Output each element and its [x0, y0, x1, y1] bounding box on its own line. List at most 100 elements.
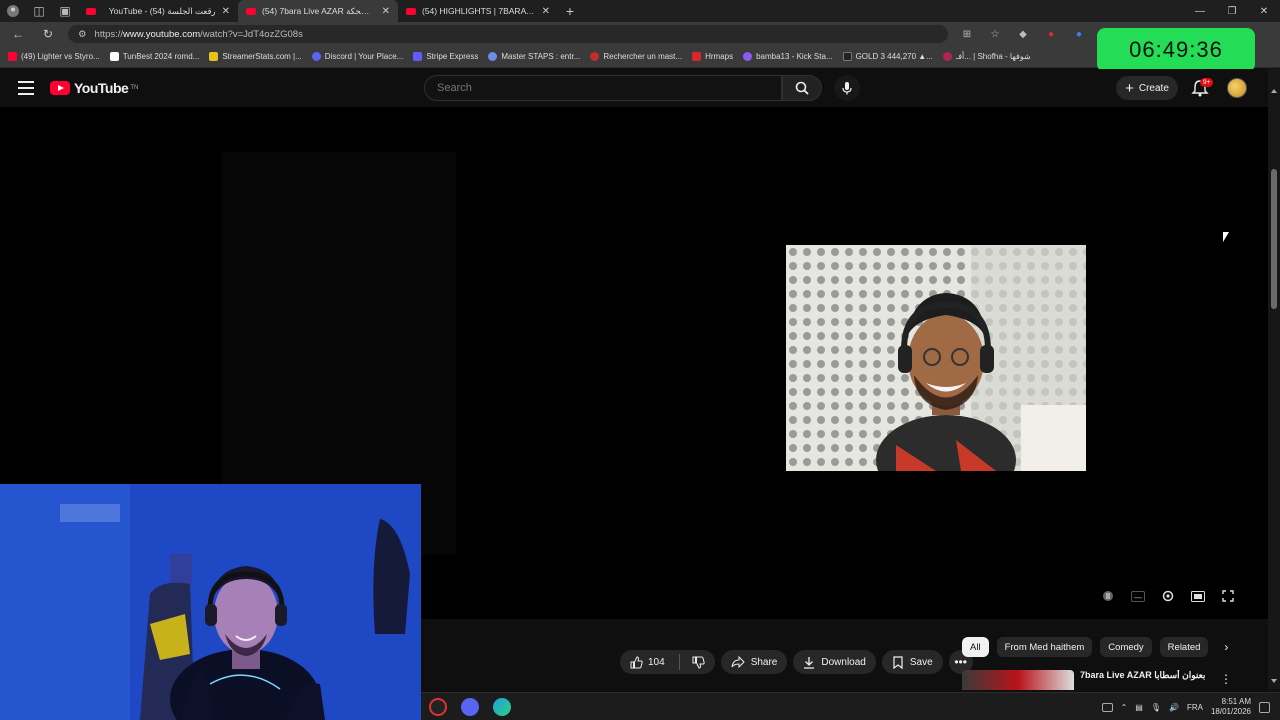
bookmark-item[interactable]: StreamerStats.com |...	[209, 52, 302, 61]
search-button[interactable]	[782, 75, 822, 101]
account-avatar[interactable]	[1227, 78, 1247, 98]
save-label: Save	[909, 656, 933, 668]
browser-tab-3[interactable]: (54) HIGHLIGHTS | 7BARA - BN... ✕	[398, 0, 558, 22]
dislike-button[interactable]	[686, 656, 711, 669]
scrollbar-thumb[interactable]	[1271, 169, 1277, 309]
browser-tab-strip: ◫ ▣ YouTube - رقعت الجلسة (54) ✕ (54) 7b…	[0, 0, 1280, 22]
streamer-webcam-overlay	[0, 484, 421, 720]
share-button[interactable]: Share	[720, 650, 788, 674]
edge-app-icon[interactable]	[493, 698, 511, 716]
save-button[interactable]: Save	[881, 650, 943, 674]
bookmark-item[interactable]: Rechercher un mast...	[590, 52, 682, 61]
create-label: Create	[1138, 82, 1169, 94]
bookmark-item[interactable]: أفـ... | Shofha - شوفها	[942, 52, 1031, 61]
discord-app-icon[interactable]	[461, 698, 479, 716]
chip-related[interactable]: Related	[1159, 637, 1209, 657]
microphone-tray-icon[interactable]: 🎙	[1151, 703, 1161, 712]
autoplay-toggle-icon[interactable]	[1100, 589, 1116, 603]
video-facecam-frame	[786, 245, 1086, 471]
recommended-title[interactable]: 7bara Live AZAR بعنوان أسطابا	[1080, 670, 1205, 690]
download-button[interactable]: Download	[793, 650, 876, 674]
bookmark-item[interactable]: (49) Lighter vs Styro...	[8, 52, 100, 61]
chip-from-med-haithem[interactable]: From Med haithem	[996, 637, 1093, 657]
volume-icon[interactable]: 🔊	[1169, 703, 1179, 712]
scroll-down-arrow-icon[interactable]	[1271, 679, 1277, 683]
search-box	[424, 75, 782, 101]
browser-tab-1[interactable]: YouTube - رقعت الجلسة (54) ✕	[78, 0, 238, 22]
voice-search-button[interactable]	[834, 75, 860, 101]
recommendation-chips: All From Med haithem Comedy Related ›	[962, 636, 1236, 658]
bookmark-favicon-icon	[209, 52, 219, 61]
bookmark-item[interactable]: Stripe Express	[413, 52, 478, 61]
bookmark-item[interactable]: Discord | Your Place...	[311, 52, 403, 61]
save-playlist-icon	[893, 655, 903, 669]
bookmark-item[interactable]: bamba13 - Kick Sta...	[743, 52, 833, 61]
show-hidden-icons-icon[interactable]: ⌃	[1121, 703, 1128, 712]
url-field[interactable]: ⚙ https://www.youtube.com/watch?v=JdT4oz…	[68, 25, 948, 43]
new-tab-button[interactable]: +	[558, 3, 582, 19]
close-tab-icon[interactable]: ✕	[382, 6, 390, 17]
bookmark-item[interactable]: TunBest 2024 romd...	[109, 52, 200, 61]
extension-icon[interactable]: ●	[1070, 29, 1088, 40]
profile-icon[interactable]	[0, 0, 26, 22]
like-count: 104	[648, 656, 665, 668]
bookmark-item[interactable]: Hrmaps	[692, 52, 733, 61]
maximize-icon[interactable]: ❐	[1216, 0, 1248, 22]
chip-comedy[interactable]: Comedy	[1100, 637, 1152, 657]
bookmark-favicon-icon	[692, 52, 702, 61]
close-window-icon[interactable]: ✕	[1248, 0, 1280, 22]
workspaces-icon[interactable]: ◫	[26, 0, 52, 22]
chevron-right-icon[interactable]: ›	[1216, 640, 1236, 654]
bookmark-favicon-icon	[109, 52, 119, 61]
bookmark-label: TunBest 2024 romd...	[122, 52, 200, 61]
taskbar-date: 18/01/2026	[1210, 707, 1251, 716]
youtube-logo[interactable]: YouTube TN	[50, 80, 138, 96]
close-tab-icon[interactable]: ✕	[222, 6, 230, 17]
youtube-header: YouTube TN + Create 9+	[0, 69, 1268, 107]
theater-mode-icon[interactable]	[1190, 589, 1206, 603]
recommended-thumbnail[interactable]	[962, 670, 1074, 690]
address-bar-row: ← ↻ ⚙ https://www.youtube.com/watch?v=Jd…	[0, 22, 1280, 46]
bookmark-favicon-icon	[311, 52, 321, 61]
tab-actions-icon[interactable]: ▣	[52, 0, 78, 22]
taskbar-time: 8:51 AM	[1221, 697, 1251, 706]
settings-gear-icon[interactable]	[1160, 589, 1176, 603]
taskbar-clock[interactable]: 8:51 AM 18/01/2026	[1211, 697, 1251, 717]
bookmark-favicon-icon	[942, 52, 952, 61]
scroll-up-arrow-icon[interactable]	[1271, 89, 1277, 93]
player-controls	[1100, 589, 1236, 603]
recommended-video-item[interactable]: 7bara Live AZAR بعنوان أسطابا ⋮	[962, 670, 1262, 690]
back-icon[interactable]: ←	[8, 27, 28, 41]
browser-tab-2[interactable]: (54) 7bara Live AZAR لقطات مضحكة ✕	[238, 0, 398, 22]
bookmark-favicon-icon	[842, 52, 852, 61]
like-button[interactable]: 104	[630, 655, 665, 669]
page-scrollbar[interactable]	[1268, 69, 1280, 689]
menu-icon[interactable]	[18, 81, 34, 99]
notifications-center-icon[interactable]	[1259, 701, 1270, 713]
subtitles-icon[interactable]	[1130, 589, 1146, 603]
bookmark-item[interactable]: Master STAPS : entr...	[488, 52, 580, 61]
bookmarks-bar: (49) Lighter vs Styro... TunBest 2024 ro…	[0, 46, 1280, 68]
extension-icon[interactable]: ●	[1042, 29, 1060, 40]
reload-icon[interactable]: ↻	[38, 27, 58, 41]
share-icon	[731, 656, 745, 668]
site-info-icon[interactable]: ⚙	[78, 29, 87, 40]
create-button[interactable]: + Create	[1116, 76, 1178, 100]
bookmark-item[interactable]: GOLD 3 444,270 ▲...	[842, 52, 933, 61]
minimize-icon[interactable]: —	[1184, 0, 1216, 22]
language-indicator[interactable]: FRA	[1187, 703, 1203, 712]
stream-clock-overlay: 06:49:36	[1097, 28, 1255, 72]
close-tab-icon[interactable]: ✕	[542, 6, 550, 17]
more-vertical-icon[interactable]: ⋮	[1220, 672, 1232, 686]
logo-country-code: TN	[130, 85, 139, 91]
obs-app-icon[interactable]	[429, 698, 447, 716]
bookmark-star-icon[interactable]: ☆	[986, 29, 1004, 40]
chip-all[interactable]: All	[962, 637, 989, 657]
extension-icon[interactable]: ◆	[1014, 29, 1032, 40]
taskbar-apps	[429, 698, 511, 716]
keyboard-icon[interactable]	[1101, 702, 1113, 712]
install-app-icon[interactable]: ⊞	[958, 29, 976, 40]
search-input[interactable]	[425, 76, 781, 100]
network-icon[interactable]: ▤	[1135, 703, 1143, 712]
fullscreen-icon[interactable]	[1220, 589, 1236, 603]
